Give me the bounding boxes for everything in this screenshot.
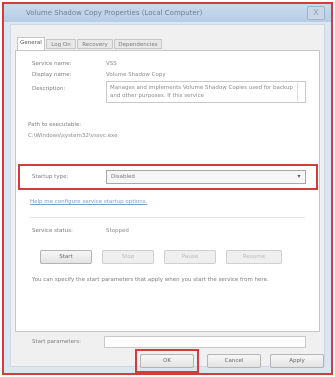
description-box[interactable]: Manages and implements Volume Shadow Cop… — [106, 81, 306, 103]
title-bar: Volume Shadow Copy Properties (Local Com… — [4, 4, 331, 22]
pause-button[interactable]: Pause — [164, 250, 216, 264]
start-params-note: You can specify the start parameters tha… — [32, 277, 269, 283]
start-params-label: Start parameters: — [32, 339, 81, 345]
window-title: Volume Shadow Copy Properties (Local Com… — [26, 9, 203, 17]
startup-type-value: Disabled — [111, 174, 135, 180]
path-label: Path to executable: — [28, 122, 82, 128]
apply-button[interactable]: Apply — [270, 354, 324, 368]
section-divider — [30, 217, 305, 218]
display-name-label: Display name: — [32, 72, 72, 78]
tab-recovery[interactable]: Recovery — [77, 39, 113, 49]
service-status-value: Stopped — [106, 228, 129, 234]
close-button[interactable]: X — [307, 6, 325, 20]
description-label: Description: — [32, 86, 66, 92]
tab-dependencies[interactable]: Dependencies — [114, 39, 162, 49]
start-params-input[interactable] — [104, 336, 306, 348]
startup-type-label: Startup type: — [32, 174, 69, 180]
ok-button[interactable]: OK — [140, 354, 194, 368]
help-configure-link[interactable]: Help me configure service startup option… — [30, 199, 147, 205]
service-name-label: Service name: — [32, 61, 72, 67]
resume-button[interactable]: Resume — [226, 250, 282, 264]
description-scrollbar[interactable] — [297, 83, 304, 101]
startup-type-dropdown[interactable]: Disabled ▾ — [106, 170, 306, 184]
properties-dialog: Volume Shadow Copy Properties (Local Com… — [2, 2, 333, 375]
tab-log-on[interactable]: Log On — [46, 39, 76, 49]
description-text: Manages and implements Volume Shadow Cop… — [110, 85, 293, 99]
service-status-label: Service status: — [32, 228, 73, 234]
close-icon: X — [313, 8, 319, 17]
service-name-value: VSS — [106, 61, 117, 67]
cancel-button[interactable]: Cancel — [207, 354, 261, 368]
display-name-value: Volume Shadow Copy — [106, 72, 166, 78]
stop-button[interactable]: Stop — [102, 250, 154, 264]
tab-general[interactable]: General — [17, 37, 45, 50]
path-value: C:\Windows\system32\vssvc.exe — [28, 133, 118, 139]
start-button[interactable]: Start — [40, 250, 92, 264]
chevron-down-icon: ▾ — [297, 173, 301, 180]
